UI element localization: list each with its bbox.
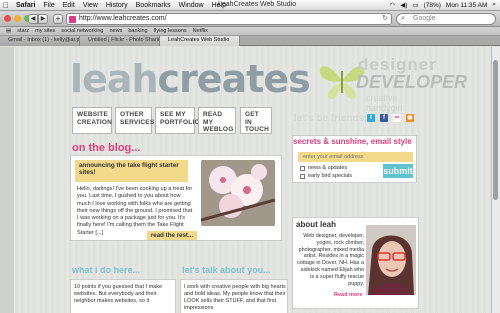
- webpage: leahcreates designer DEVELOPER creative …: [0, 47, 500, 313]
- menu-file[interactable]: File: [39, 2, 58, 9]
- site-logo[interactable]: leahcreates: [70, 57, 311, 101]
- menu-view[interactable]: View: [79, 2, 102, 9]
- menu-bookmarks[interactable]: Bookmarks: [132, 2, 175, 9]
- newsletter-title: secrets & sunshine, email style: [293, 137, 412, 146]
- tab-flickr[interactable]: Untitled | Flickr - Photo Sharing!: [80, 36, 160, 46]
- menu-window[interactable]: Window: [175, 2, 208, 9]
- cherry-blossom-photo: [201, 160, 275, 226]
- wifi-icon[interactable]: ◠: [390, 1, 396, 9]
- about-title: about leah: [296, 220, 337, 229]
- email-field[interactable]: [298, 152, 413, 162]
- search-field[interactable]: ⌕ Google: [396, 13, 496, 25]
- add-bookmark-button[interactable]: +: [53, 14, 63, 24]
- search-placeholder: Google: [413, 15, 436, 22]
- mac-menubar:  Safari File Edit View History Bookmark…: [0, 0, 500, 11]
- scrollbar-thumb[interactable]: [493, 60, 498, 200]
- rss-icon[interactable]: ◉: [406, 114, 414, 122]
- bookmark-item[interactable]: banking: [125, 28, 150, 34]
- portrait-photo: [366, 225, 416, 295]
- site-favicon: [69, 16, 76, 23]
- talk-about-you-title: let's talk about you...: [182, 265, 271, 275]
- url-text: http://www.leahcreates.com/: [79, 15, 167, 22]
- what-i-do-title: what i do here...: [72, 265, 141, 275]
- talk-about-you-text: I work with creative people with big hea…: [184, 284, 286, 311]
- early-bird-checkbox[interactable]: [300, 174, 305, 179]
- address-bar[interactable]: http://www.leahcreates.com/ ↻: [66, 13, 392, 25]
- close-window-button[interactable]: [4, 15, 11, 22]
- page-left-edge: [0, 47, 14, 313]
- about-text: Web designer, developer, yogini, rock cl…: [297, 233, 364, 287]
- window-controls: [4, 15, 31, 22]
- friends-label: let's be friends:: [294, 113, 368, 124]
- nav-portfolio[interactable]: SEE MY PORTFOLIO: [155, 107, 200, 134]
- battery-icon[interactable]: ▭: [412, 1, 418, 9]
- menu-safari[interactable]: Safari: [12, 2, 39, 9]
- apple-icon[interactable]: : [0, 1, 12, 10]
- nav-weblog[interactable]: READ MY WEBLOG: [198, 107, 236, 134]
- blog-post-excerpt: Hello, darlings! I've been cooking up a …: [77, 186, 193, 236]
- volume-icon[interactable]: ◀): [400, 1, 407, 9]
- menu-history[interactable]: History: [102, 2, 132, 9]
- bookmark-item[interactable]: news: [106, 28, 125, 34]
- screen:  Safari File Edit View History Bookmark…: [0, 0, 500, 313]
- menu-edit[interactable]: Edit: [59, 2, 79, 9]
- nav-get-in-touch[interactable]: GET IN TOUCH: [240, 107, 272, 134]
- tab-strip: Gmail - Inbox (1) - kelly@ar.peros... Un…: [0, 36, 500, 46]
- early-bird-label: early bird specials: [308, 173, 353, 179]
- tagline-developer: DEVELOPER: [356, 72, 468, 92]
- facebook-icon[interactable]: f: [380, 114, 388, 122]
- bookmarks-bar-icon[interactable]: ▤: [3, 28, 14, 34]
- blog-section-title: on the blog...: [72, 142, 141, 154]
- forward-button[interactable]: ▶: [38, 14, 48, 24]
- avatar: [366, 225, 416, 295]
- flickr-icon[interactable]: ••: [393, 114, 401, 122]
- history-nav: ◀ ▶: [28, 14, 48, 24]
- spotlight-icon[interactable]: ⌕: [492, 1, 496, 9]
- battery-percent: (78%): [423, 1, 441, 9]
- bookmark-item[interactable]: social networking: [58, 28, 106, 34]
- tab-gmail[interactable]: Gmail - Inbox (1) - kelly@ar.peros...: [0, 36, 80, 46]
- blog-post-card: announcing the take flight starter sites…: [70, 155, 282, 241]
- logo-part-leah: leah: [70, 57, 158, 101]
- reload-icon[interactable]: ↻: [382, 14, 388, 24]
- nav-website-creation[interactable]: WEBSITE CREATION: [72, 107, 112, 134]
- nav-other-services[interactable]: OTHER SERVICES: [115, 107, 154, 134]
- bookmark-item[interactable]: my sites: [32, 28, 58, 34]
- submit-button[interactable]: submit: [383, 164, 413, 178]
- menubar-status: ◠ ◀) ▭ (78%) Mon 11:35 AM ⌕: [390, 1, 496, 9]
- window-title: LeahCreates Web Studio: [218, 1, 297, 8]
- logo-part-creates: creates: [157, 57, 311, 101]
- blog-post-title[interactable]: announcing the take flight starter sites…: [75, 160, 188, 182]
- bookmark-item[interactable]: Netflix: [190, 28, 211, 34]
- browser-toolbar: ◀ ▶ + http://www.leahcreates.com/ ↻ ⌕ Go…: [0, 11, 500, 27]
- read-more-link[interactable]: read the rest...: [147, 231, 197, 240]
- minimize-window-button[interactable]: [14, 15, 21, 22]
- back-button[interactable]: ◀: [28, 14, 38, 24]
- twitter-icon[interactable]: t: [367, 114, 375, 122]
- bookmark-item[interactable]: starz: [14, 28, 32, 34]
- news-updates-label: news & updates: [308, 165, 348, 171]
- blog-post-image[interactable]: [201, 160, 275, 226]
- bookmarks-bar: ▤ starz my sites social networking news …: [0, 27, 500, 36]
- search-icon: ⌕: [401, 15, 405, 22]
- tagline-handygirl: creative handygirl: [366, 93, 403, 113]
- clock[interactable]: Mon 11:35 AM: [446, 2, 487, 9]
- what-i-do-text: 10 points if you guessed that I make web…: [74, 284, 163, 304]
- about-read-more-link[interactable]: Read more: [334, 292, 362, 298]
- bookmark-item[interactable]: flying lessons: [151, 28, 190, 34]
- tab-leahcreates[interactable]: LeahCreates Web Studio: [160, 36, 240, 46]
- news-updates-checkbox[interactable]: [300, 166, 305, 171]
